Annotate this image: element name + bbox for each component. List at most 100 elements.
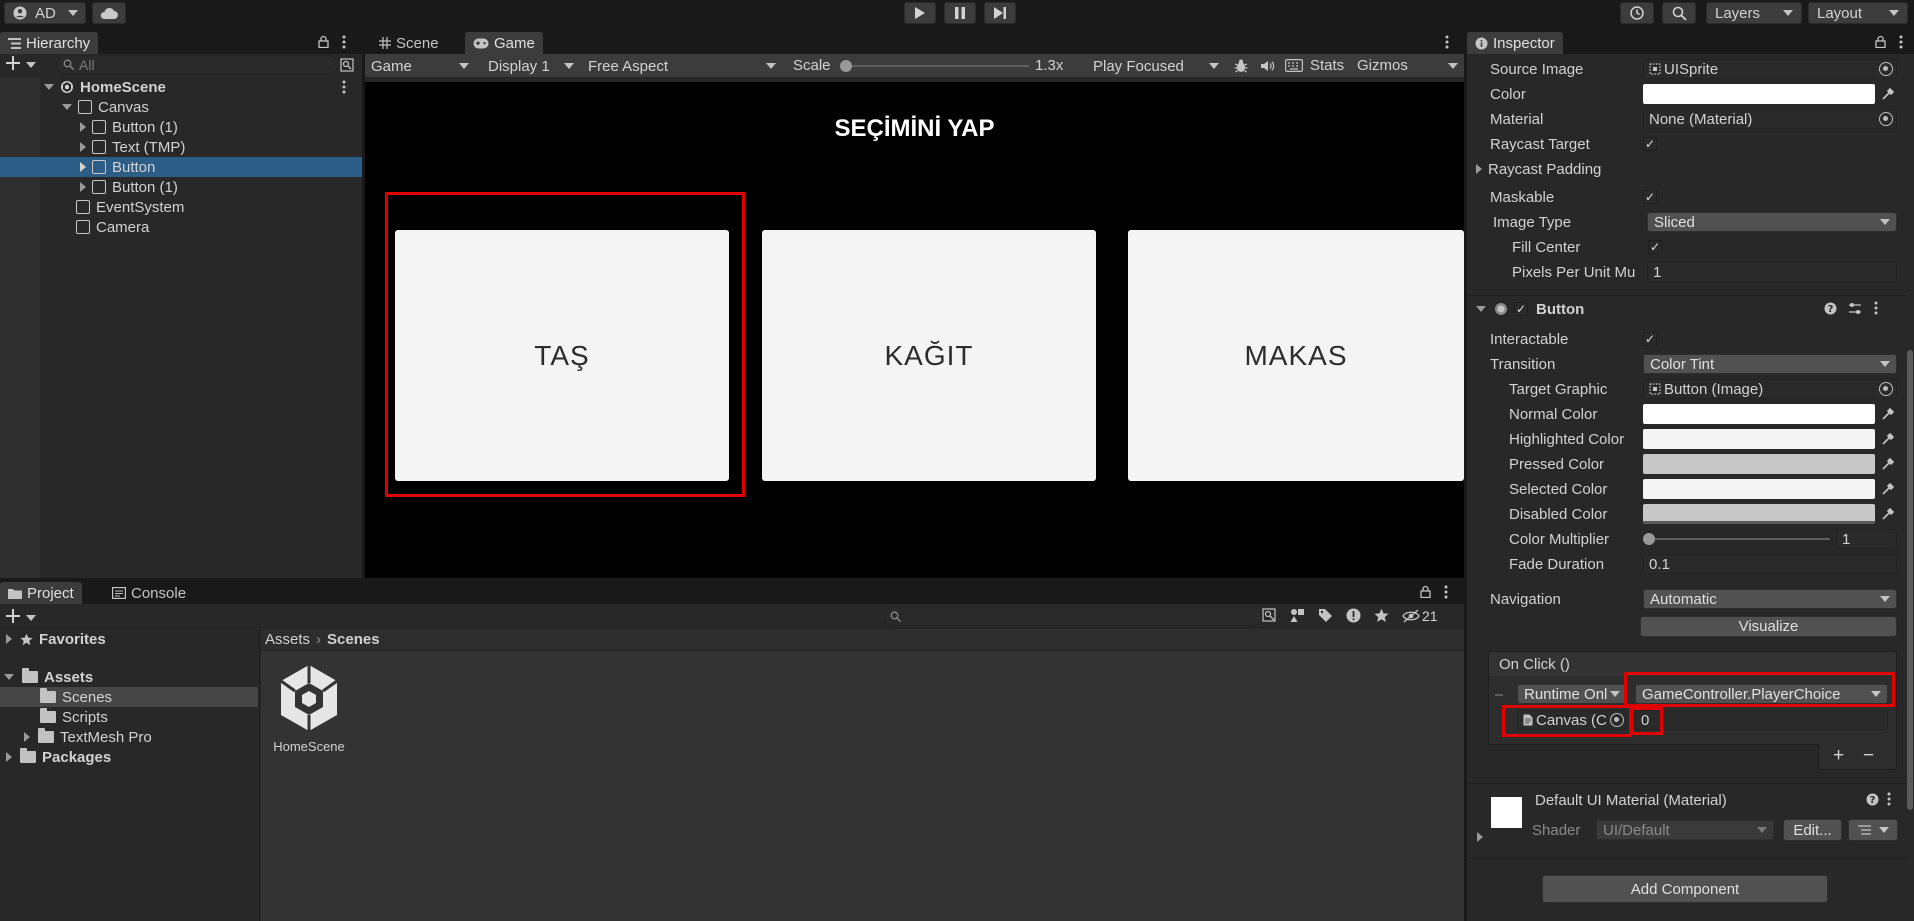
kebab-menu-icon[interactable]: [1874, 301, 1878, 315]
tree-packages[interactable]: Packages: [0, 747, 258, 767]
transition-dropdown[interactable]: Color Tint: [1643, 354, 1897, 374]
object-picker-icon[interactable]: [1879, 382, 1893, 396]
target-graphic-field[interactable]: Button (Image): [1643, 379, 1897, 399]
tab-scene[interactable]: Scene: [371, 32, 447, 54]
multiplier-slider-thumb[interactable]: [1643, 533, 1655, 545]
help-icon[interactable]: ?: [1866, 793, 1879, 806]
lock-icon[interactable]: [1875, 35, 1886, 48]
cloud-button[interactable]: [92, 2, 126, 24]
shader-dropdown[interactable]: UI/Default: [1596, 820, 1774, 840]
account-dropdown[interactable]: AD: [4, 2, 86, 24]
tab-game[interactable]: Game: [465, 32, 543, 54]
pressed-color-swatch[interactable]: [1643, 454, 1875, 474]
navigation-dropdown[interactable]: Automatic: [1643, 589, 1897, 609]
highlighted-color-swatch[interactable]: [1643, 429, 1875, 449]
source-image-field[interactable]: UISprite: [1643, 59, 1897, 79]
scale-slider-track[interactable]: [843, 65, 1029, 67]
warning-icon[interactable]: [1346, 608, 1361, 623]
speaker-icon[interactable]: [1259, 58, 1275, 74]
expand-arrow-icon[interactable]: [62, 104, 72, 110]
kebab-menu-icon[interactable]: [342, 80, 346, 94]
shader-options-button[interactable]: [1848, 819, 1898, 841]
filter-type-icon[interactable]: [1290, 608, 1305, 623]
kebab-menu-icon[interactable]: [1899, 35, 1903, 49]
tree-assets[interactable]: Assets: [0, 667, 258, 687]
expand-arrow-icon[interactable]: [80, 142, 86, 152]
scale-slider-thumb[interactable]: [840, 60, 852, 72]
eyedropper-icon[interactable]: [1880, 406, 1896, 422]
play-focus-dropdown[interactable]: Play Focused: [1087, 56, 1225, 76]
history-button[interactable]: [1620, 2, 1654, 24]
play-button[interactable]: [904, 2, 936, 24]
chevron-down-icon[interactable]: [26, 62, 36, 68]
tab-console[interactable]: Console: [104, 582, 194, 604]
eyedropper-icon[interactable]: [1880, 86, 1896, 102]
raycast-target-checkbox[interactable]: ✓: [1643, 137, 1657, 151]
add-component-button[interactable]: Add Component: [1542, 875, 1828, 903]
search-filter-icon[interactable]: [1262, 608, 1277, 623]
maskable-checkbox[interactable]: ✓: [1643, 190, 1657, 204]
display-dropdown[interactable]: Display 1: [482, 56, 580, 76]
argument-field[interactable]: 0: [1635, 710, 1888, 730]
preset-icon[interactable]: [1848, 302, 1862, 315]
button-enabled-checkbox[interactable]: ✓: [1514, 302, 1528, 316]
tree-folder-scripts[interactable]: Scripts: [0, 707, 258, 727]
hierarchy-item-text-tmp[interactable]: Text (TMP): [0, 137, 362, 157]
expand-arrow-icon[interactable]: [80, 122, 86, 132]
add-event-button[interactable]: +: [1833, 745, 1844, 767]
hierarchy-item-eventsystem[interactable]: EventSystem: [0, 197, 362, 217]
add-icon[interactable]: [6, 56, 20, 70]
expand-arrow-icon[interactable]: [1477, 832, 1483, 842]
bug-icon[interactable]: [1233, 58, 1249, 74]
ppu-field[interactable]: 1: [1647, 262, 1897, 282]
tab-project[interactable]: Project: [0, 582, 82, 604]
image-type-dropdown[interactable]: Sliced: [1647, 212, 1897, 232]
expand-arrow-icon[interactable]: [1476, 164, 1482, 174]
expand-arrow-icon[interactable]: [6, 752, 12, 762]
pause-button[interactable]: [944, 2, 976, 24]
inspector-scrollbar[interactable]: [1907, 350, 1913, 810]
material-field[interactable]: None (Material): [1643, 109, 1897, 129]
hierarchy-search-input[interactable]: All: [56, 55, 338, 74]
object-picker-icon[interactable]: [1879, 62, 1893, 76]
drag-handle-icon[interactable]: [1495, 694, 1503, 696]
help-icon[interactable]: ?: [1824, 302, 1837, 315]
fill-center-checkbox[interactable]: ✓: [1648, 240, 1662, 254]
expand-arrow-icon[interactable]: [24, 732, 30, 742]
search-button[interactable]: [1662, 2, 1696, 24]
expand-arrow-icon[interactable]: [80, 182, 86, 192]
tree-favorites[interactable]: Favorites: [0, 629, 258, 649]
tree-folder-scenes[interactable]: Scenes: [0, 687, 258, 707]
remove-event-button[interactable]: −: [1863, 745, 1874, 767]
game-mode-dropdown[interactable]: Game: [365, 56, 475, 76]
stats-button[interactable]: Stats: [1310, 57, 1344, 74]
multiplier-slider-track[interactable]: [1648, 538, 1830, 540]
raycast-padding-foldout[interactable]: Raycast Padding: [1476, 158, 1601, 180]
lock-icon[interactable]: [318, 35, 329, 48]
layout-dropdown[interactable]: Layout: [1808, 2, 1908, 24]
search-filter-icon[interactable]: [340, 58, 354, 72]
hierarchy-item-camera[interactable]: Camera: [0, 217, 362, 237]
disabled-color-swatch[interactable]: [1643, 504, 1875, 524]
kebab-menu-icon[interactable]: [1887, 792, 1891, 806]
layers-dropdown[interactable]: Layers: [1706, 2, 1802, 24]
breadcrumb-scenes[interactable]: Scenes: [327, 631, 380, 648]
expand-arrow-icon[interactable]: [4, 674, 14, 680]
interactable-checkbox[interactable]: ✓: [1643, 332, 1657, 346]
hierarchy-item-button-1b[interactable]: Button (1): [0, 177, 362, 197]
fade-duration-field[interactable]: 0.1: [1643, 554, 1897, 574]
add-icon[interactable]: [6, 609, 20, 623]
game-paper-button[interactable]: KAĞIT: [762, 230, 1096, 481]
step-button[interactable]: [984, 2, 1016, 24]
eyedropper-icon[interactable]: [1880, 506, 1896, 522]
normal-color-swatch[interactable]: [1643, 404, 1875, 424]
tab-inspector[interactable]: Inspector: [1467, 32, 1563, 54]
hierarchy-item-canvas[interactable]: Canvas: [0, 97, 362, 117]
eyedropper-icon[interactable]: [1880, 456, 1896, 472]
keyboard-icon[interactable]: [1285, 59, 1303, 72]
selected-color-swatch[interactable]: [1643, 479, 1875, 499]
hierarchy-item-button[interactable]: Button: [0, 157, 362, 177]
expand-arrow-icon[interactable]: [80, 162, 86, 172]
hierarchy-scene-row[interactable]: HomeScene: [0, 77, 362, 97]
multiplier-field[interactable]: 1: [1836, 529, 1897, 549]
